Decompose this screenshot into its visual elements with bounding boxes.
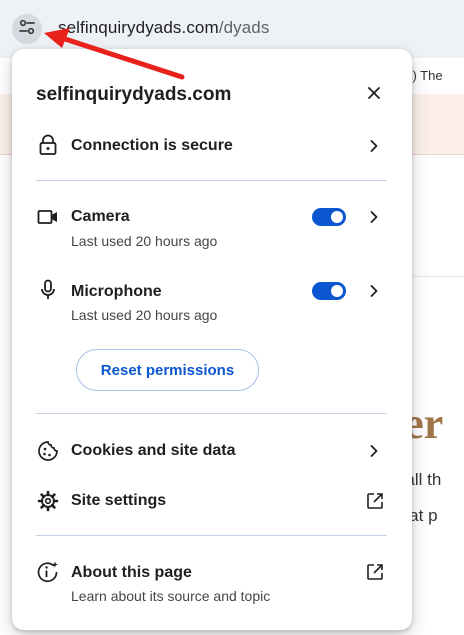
microphone-toggle[interactable] bbox=[312, 282, 346, 300]
cookies-row[interactable]: Cookies and site data bbox=[12, 434, 412, 468]
connection-security-label: Connection is secure bbox=[71, 137, 233, 154]
divider bbox=[36, 180, 387, 181]
microphone-last-used: Last used 20 hours ago bbox=[71, 307, 218, 323]
close-icon bbox=[367, 86, 381, 105]
popup-title: selfinquirydyads.com bbox=[36, 84, 232, 105]
url-path: /dyads bbox=[218, 18, 270, 37]
camera-icon bbox=[36, 205, 60, 229]
connection-security-row[interactable]: Connection is secure bbox=[12, 129, 412, 163]
microphone-label: Microphone bbox=[71, 283, 162, 300]
chevron-right-icon[interactable] bbox=[366, 209, 382, 225]
microphone-permission-row[interactable]: Microphone Last used 20 hours ago bbox=[12, 278, 412, 326]
site-info-button[interactable] bbox=[12, 14, 42, 44]
site-settings-label: Site settings bbox=[71, 492, 167, 509]
camera-label: Camera bbox=[71, 208, 130, 225]
url-host: selfinquirydyads.com bbox=[58, 18, 219, 37]
open-in-new-icon bbox=[365, 491, 385, 511]
site-settings-row[interactable]: Site settings bbox=[12, 485, 412, 519]
microphone-icon bbox=[36, 278, 60, 302]
about-page-label: About this page bbox=[71, 564, 192, 581]
info-icon bbox=[36, 560, 60, 584]
cookie-icon bbox=[36, 439, 60, 463]
toggle-knob bbox=[331, 211, 343, 223]
toggle-knob bbox=[331, 285, 343, 297]
cookies-label: Cookies and site data bbox=[71, 442, 236, 459]
gear-icon bbox=[36, 489, 60, 513]
chevron-right-icon[interactable] bbox=[366, 283, 382, 299]
chevron-right-icon bbox=[366, 443, 382, 459]
camera-last-used: Last used 20 hours ago bbox=[71, 233, 218, 249]
divider bbox=[36, 413, 387, 414]
url-text[interactable]: selfinquirydyads.com/dyads bbox=[58, 18, 269, 38]
divider bbox=[36, 535, 387, 536]
about-page-sub: Learn about its source and topic bbox=[71, 588, 271, 604]
camera-toggle[interactable] bbox=[312, 208, 346, 226]
open-in-new-icon bbox=[365, 562, 385, 582]
close-button[interactable] bbox=[358, 79, 390, 111]
camera-permission-row[interactable]: Camera Last used 20 hours ago bbox=[12, 203, 412, 251]
site-info-popup: selfinquirydyads.com Connection is secur… bbox=[12, 49, 412, 630]
chevron-right-icon bbox=[366, 138, 382, 154]
about-page-row[interactable]: About this page Learn about its source a… bbox=[12, 557, 412, 609]
lock-icon bbox=[36, 133, 60, 157]
reset-permissions-button[interactable]: Reset permissions bbox=[76, 349, 259, 391]
tune-icon bbox=[18, 18, 36, 41]
